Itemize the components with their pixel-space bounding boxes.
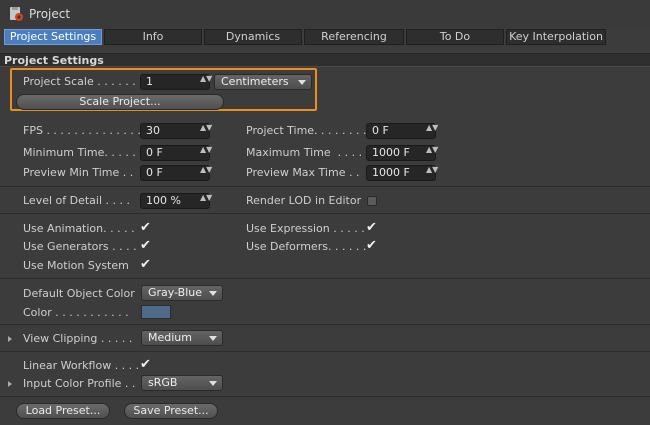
project-scale-value: 1 [146, 75, 153, 88]
default-object-color-value: Gray-Blue [148, 286, 203, 299]
unit-value: Centimeters [221, 75, 289, 88]
use-generators-label: Use Generators . . . . [23, 240, 137, 253]
view-clipping-dropdown[interactable]: Medium [141, 330, 223, 346]
section-header: Project Settings [0, 53, 650, 67]
render-lod-label: Render LOD in Editor [246, 194, 362, 207]
chevron-down-icon [209, 381, 217, 386]
project-scale-label: Project Scale . . . . . . [23, 75, 136, 88]
preview-max-time-value: 1000 F [372, 166, 410, 179]
expand-triangle-icon[interactable] [8, 336, 12, 342]
scale-project-button[interactable]: Scale Project... [16, 94, 224, 110]
project-time-field[interactable]: 0 F ▲▼ [366, 123, 438, 139]
use-deformers-checkbox[interactable]: ✔ [366, 239, 380, 253]
divider [0, 213, 650, 214]
divider [0, 278, 650, 279]
title-bar: Project [0, 0, 650, 28]
color-swatch[interactable] [141, 305, 171, 319]
tab-key-interpolation[interactable]: Key Interpolation [506, 29, 606, 45]
view-clipping-value: Medium [148, 331, 192, 344]
level-of-detail-value: 100 % [146, 194, 181, 207]
window-title: Project [29, 7, 71, 21]
divider [0, 324, 650, 325]
use-expression-checkbox[interactable]: ✔ [366, 221, 380, 235]
spinner-arrows-icon[interactable]: ▲▼ [200, 146, 212, 154]
minimum-time-label: Minimum Time. . . . . [23, 146, 136, 159]
divider [0, 396, 650, 397]
project-time-value: 0 F [372, 124, 389, 137]
use-deformers-label: Use Deformers. . . . . . [246, 240, 367, 253]
minimum-time-field[interactable]: 0 F ▲▼ [140, 145, 212, 161]
divider [0, 351, 650, 352]
preview-max-time-label: Preview Max Time . . [246, 166, 360, 179]
view-clipping-label: View Clipping . . . . . [23, 332, 133, 345]
chevron-down-icon [209, 291, 217, 296]
color-label: Color . . . . . . . . . . . [23, 306, 129, 319]
linear-workflow-checkbox[interactable]: ✔ [140, 358, 154, 372]
spinner-arrows-icon[interactable]: ▲▼ [426, 166, 438, 174]
spinner-arrows-icon[interactable]: ▲▼ [200, 124, 212, 132]
default-object-color-dropdown[interactable]: Gray-Blue [141, 285, 223, 301]
save-preset-button[interactable]: Save Preset... [124, 403, 218, 419]
level-of-detail-label: Level of Detail . . . . [23, 194, 131, 207]
spinner-arrows-icon[interactable]: ▲▼ [426, 124, 438, 132]
load-preset-button[interactable]: Load Preset... [16, 403, 110, 419]
maximum-time-label: Maximum Time . . . . [246, 146, 363, 159]
project-scale-field[interactable]: 1 ▲▼ [140, 74, 212, 90]
chevron-down-icon [209, 336, 217, 341]
spinner-arrows-icon[interactable]: ▲▼ [426, 146, 438, 154]
tab-dynamics[interactable]: Dynamics [204, 29, 302, 45]
project-gear-icon [10, 7, 23, 21]
tab-referencing[interactable]: Referencing [304, 29, 404, 45]
use-animation-checkbox[interactable]: ✔ [140, 221, 154, 235]
linear-workflow-label: Linear Workflow . . . . [23, 359, 140, 372]
divider [0, 186, 650, 187]
project-time-label: Project Time. . . . . . . . [246, 124, 367, 137]
preview-min-time-field[interactable]: 0 F ▲▼ [140, 165, 212, 181]
expand-triangle-icon[interactable] [8, 381, 12, 387]
default-object-color-label: Default Object Color [23, 287, 135, 300]
fps-field[interactable]: 30 ▲▼ [140, 123, 212, 139]
preview-min-time-value: 0 F [146, 166, 163, 179]
section-title: Project Settings [4, 54, 104, 67]
maximum-time-value: 1000 F [372, 146, 410, 159]
render-lod-checkbox[interactable] [367, 196, 377, 206]
maximum-time-field[interactable]: 1000 F ▲▼ [366, 145, 438, 161]
use-animation-label: Use Animation. . . . . [23, 222, 135, 235]
level-of-detail-field[interactable]: 100 % ▲▼ [140, 193, 212, 209]
spinner-arrows-icon[interactable]: ▲▼ [200, 166, 212, 174]
preview-max-time-field[interactable]: 1000 F ▲▼ [366, 165, 438, 181]
input-color-profile-value: sRGB [148, 376, 178, 389]
fps-label: FPS . . . . . . . . . . . . . . [23, 124, 141, 137]
spinner-arrows-icon[interactable]: ▲▼ [200, 75, 212, 83]
spinner-arrows-icon[interactable]: ▲▼ [200, 194, 212, 202]
tab-project-settings[interactable]: Project Settings [4, 29, 102, 45]
tab-bar: Project Settings Info Dynamics Referenci… [0, 29, 650, 46]
project-scale-unit-dropdown[interactable]: Centimeters [214, 74, 312, 90]
tab-to-do[interactable]: To Do [406, 29, 504, 45]
fps-value: 30 [146, 124, 160, 137]
input-color-profile-label: Input Color Profile . . [23, 377, 136, 390]
tab-info[interactable]: Info [104, 29, 202, 45]
use-expression-label: Use Expression . . . . . [246, 222, 365, 235]
minimum-time-value: 0 F [146, 146, 163, 159]
preview-min-time-label: Preview Min Time . . [23, 166, 134, 179]
chevron-down-icon [298, 80, 306, 85]
use-generators-checkbox[interactable]: ✔ [140, 239, 154, 253]
use-motion-system-label: Use Motion System [23, 259, 129, 272]
input-color-profile-dropdown[interactable]: sRGB [141, 375, 223, 391]
use-motion-system-checkbox[interactable]: ✔ [140, 258, 154, 272]
